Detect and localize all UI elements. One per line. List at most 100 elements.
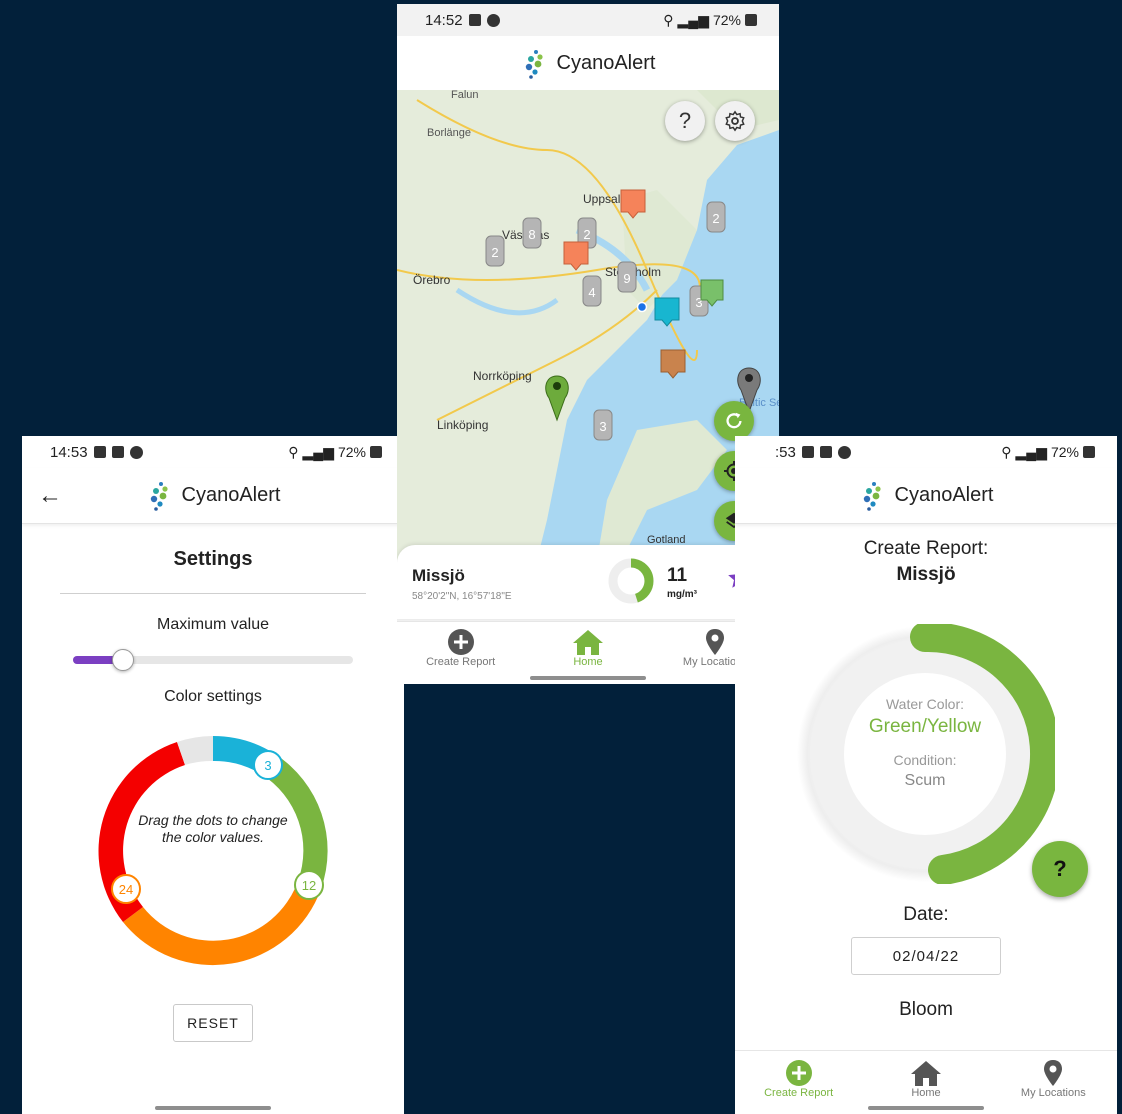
app-bar: CyanoAlert	[397, 36, 779, 92]
gesture-bar	[155, 1106, 271, 1110]
cyanoalert-logo-icon	[150, 481, 168, 511]
svg-text:8: 8	[528, 227, 535, 242]
divider	[60, 593, 366, 594]
dot-handle-12[interactable]: 12	[294, 870, 324, 900]
maximum-value-label: Maximum value	[156, 616, 270, 633]
dot-label-3: 3	[264, 758, 271, 773]
signal-icon: ▂▄▆	[677, 11, 709, 28]
lake-name: Missjö	[412, 566, 465, 585]
favorite-lake-pin-dot	[745, 374, 753, 382]
home-icon	[572, 630, 603, 655]
app-notification-icon	[837, 445, 851, 459]
concentration-unit: mg/m³	[667, 589, 697, 600]
battery-level: 72%	[712, 12, 741, 28]
help-button[interactable]: ?	[1032, 841, 1088, 897]
home-icon	[910, 1061, 941, 1086]
status-bar: :53 ⚲ ▂▄▆ 72%	[735, 436, 1117, 468]
water-color-label: Water Color:	[885, 696, 965, 712]
map-view[interactable]: Falun Borlänge Uppsala Västerås Örebro S…	[397, 90, 779, 560]
lake-info-card[interactable]: Missjö 58°20'2"N, 16°57'18"E 11 mg/m³	[397, 545, 779, 619]
refresh-button[interactable]	[714, 401, 754, 441]
nav-create-report[interactable]: Create Report	[398, 628, 524, 684]
maximum-value-slider[interactable]	[73, 649, 353, 671]
map-pin-icon	[1044, 1060, 1063, 1086]
place-label: Linköping	[437, 418, 488, 432]
back-arrow-icon[interactable]: ←	[38, 482, 62, 510]
battery-level: 72%	[337, 444, 366, 460]
gear-icon	[725, 110, 745, 132]
help-button[interactable]: ?	[665, 101, 705, 141]
notification-icon	[111, 446, 124, 458]
app-title: CyanoAlert	[894, 484, 994, 506]
lake-name: Missjö	[896, 564, 956, 585]
question-icon: ?	[678, 108, 692, 133]
location-icon: ⚲	[1001, 443, 1012, 460]
app-title: CyanoAlert	[181, 484, 281, 506]
lake-coordinates: 58°20'2"N, 16°57'18"E	[412, 591, 512, 602]
nav-create-report[interactable]: Create Report	[736, 1059, 862, 1114]
add-circle-icon	[447, 629, 474, 655]
cyanoalert-logo-icon	[863, 481, 881, 511]
nav-label: Create Report	[764, 1087, 834, 1099]
ring-hint: Drag the dots to change the color values…	[138, 812, 288, 845]
battery-icon	[745, 14, 757, 26]
concentration-value: 11	[667, 565, 688, 586]
cluster-marker[interactable]: 4	[582, 275, 602, 307]
cyanoalert-logo-icon	[525, 49, 543, 79]
nav-my-locations[interactable]: My Locations	[990, 1059, 1116, 1114]
place-label: Borlänge	[427, 127, 471, 139]
dot-handle-24[interactable]: 24	[111, 874, 141, 904]
add-circle-icon	[785, 1060, 812, 1086]
signal-icon: ▂▄▆	[302, 443, 334, 460]
dot-label-24: 24	[119, 882, 133, 897]
notification-icon	[819, 446, 832, 458]
app-title: CyanoAlert	[556, 52, 656, 74]
reset-button[interactable]: RESET	[173, 1004, 253, 1042]
orange-segment	[123, 881, 321, 966]
page-title: Create Report:	[863, 538, 989, 559]
settings-button[interactable]	[715, 101, 755, 141]
location-icon: ⚲	[663, 11, 674, 28]
nav-label: Home	[911, 1087, 941, 1099]
create-report-screen: :53 ⚲ ▂▄▆ 72% CyanoAlert Create Report: …	[735, 436, 1117, 1114]
app-bar: ← CyanoAlert	[22, 468, 404, 524]
gesture-bar	[868, 1106, 984, 1110]
cluster-marker[interactable]: 3	[593, 409, 613, 441]
color-settings-label: Color settings	[164, 688, 262, 705]
map-pin-icon	[706, 629, 725, 655]
status-bar: 14:52 ⚲ ▂▄▆ 72%	[397, 4, 779, 36]
page-title: Settings	[173, 548, 253, 570]
date-field[interactable]: 02/04/22	[851, 937, 1001, 975]
notification-icon	[468, 14, 481, 26]
settings-screen: 14:53 ⚲ ▂▄▆ 72% ← CyanoAlert Settings Ma…	[22, 436, 404, 1114]
bottom-navigation: Create Report Home My Locations	[397, 621, 779, 684]
svg-text:2: 2	[491, 245, 498, 260]
dot-handle-3[interactable]: 3	[253, 750, 283, 780]
place-label: Norrköping	[473, 369, 532, 383]
location-icon: ⚲	[288, 443, 299, 460]
gallery-icon	[93, 446, 106, 458]
nav-label: My Locations	[1020, 1087, 1086, 1099]
color-ring-chart: 3 12 24	[98, 735, 328, 966]
date-label: Date:	[903, 904, 949, 925]
cluster-marker[interactable]: 9	[617, 261, 637, 293]
cluster-marker[interactable]: 8	[522, 217, 542, 249]
cluster-marker[interactable]: 2	[706, 201, 726, 233]
place-label: Falun	[451, 90, 479, 101]
selected-lake-pin-dot	[553, 382, 561, 390]
status-bar: 14:53 ⚲ ▂▄▆ 72%	[22, 436, 404, 468]
app-bar: CyanoAlert	[735, 468, 1117, 524]
nav-label: Create Report	[426, 656, 496, 668]
gallery-icon	[801, 446, 814, 458]
cluster-marker[interactable]: 2	[485, 235, 505, 267]
bottom-navigation: Create Report Home My Locations	[735, 1050, 1117, 1114]
battery-level: 72%	[1050, 444, 1079, 460]
slider-thumb[interactable]	[112, 649, 135, 671]
refresh-icon	[726, 412, 742, 429]
app-notification-icon	[486, 13, 500, 27]
battery-icon	[1083, 446, 1095, 458]
concentration-gauge	[608, 558, 654, 604]
condition-label: Condition:	[893, 752, 957, 768]
svg-text:9: 9	[623, 271, 630, 286]
dial-readout: Water Color: Green/Yellow Condition: Scu…	[795, 624, 1055, 884]
